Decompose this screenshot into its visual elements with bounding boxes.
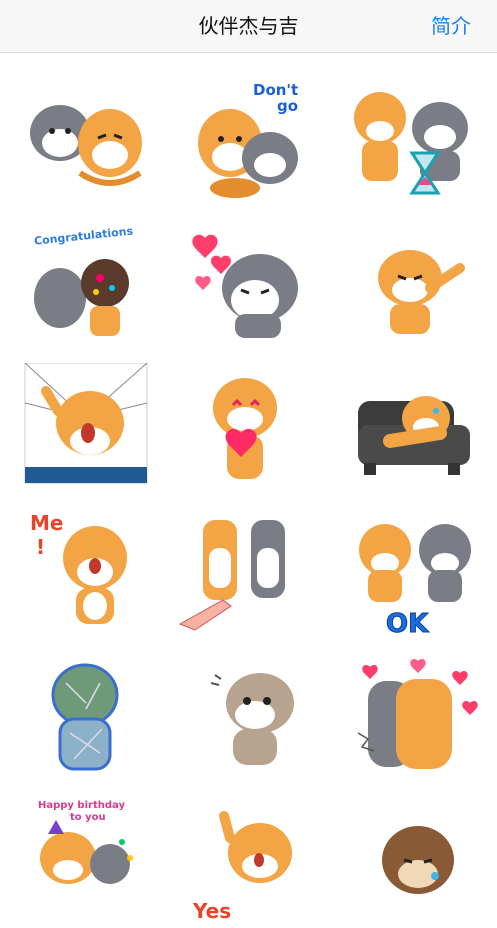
caption-congratulations: Congratulations [33,224,134,247]
sticker-shiba-dab [378,250,465,334]
caption-exclamation: ! [36,535,45,559]
sticker-shiba-heart [213,378,277,479]
sticker-17[interactable]: Yes [175,798,325,928]
sticker-shiba-shout [24,363,148,484]
sticker-2[interactable]: Don't go [175,73,325,203]
sticker-13[interactable] [10,653,160,783]
sticker-5[interactable] [175,218,325,348]
sticker-8[interactable] [175,363,325,493]
sticker-6[interactable] [340,218,490,348]
sticker-3[interactable] [340,73,490,203]
sticker-16[interactable]: Happy birthday to you [10,798,160,928]
sticker-4[interactable]: Congratulations [10,218,160,348]
caption-to-you: to you [70,812,106,823]
sticker-cat-shocked [210,673,294,765]
intro-button[interactable]: 简介 [431,0,471,52]
sticker-7[interactable] [10,363,160,493]
sticker-11[interactable] [175,508,325,638]
caption-happy-birthday: Happy birthday [38,800,125,811]
sticker-poke [178,520,285,631]
sticker-9[interactable] [340,363,490,493]
caption-yes: Yes [192,899,231,923]
sticker-me: Me ! [30,511,127,624]
sticker-hug-hearts [357,658,478,769]
sticker-ok: OK [359,524,471,638]
sticker-15[interactable] [340,653,490,783]
sticker-grid: Don't go Congratulations Me ! OK Happy b… [0,53,497,923]
sticker-husky-shiba-hug [30,105,142,186]
sticker-husky-hearts [192,234,298,338]
sticker-dont-go: Don't go [198,81,298,198]
sticker-yes: Yes [192,811,292,923]
caption-ok: OK [386,609,429,638]
sticker-1[interactable] [10,73,160,203]
sticker-hourglass [354,92,468,195]
sticker-14[interactable] [175,653,325,783]
sticker-congratulations: Congratulations [33,224,134,336]
page-title: 伙伴杰与吉 [198,14,299,38]
sticker-bear-cry [382,826,454,894]
sticker-frozen [51,663,119,771]
sticker-shiba-sofa [358,396,470,475]
sticker-12[interactable]: OK [340,508,490,638]
sticker-18[interactable] [340,798,490,928]
caption-me: Me [30,511,63,535]
sticker-10[interactable]: Me ! [10,508,160,638]
caption-go: go [277,97,298,115]
navigation-bar: 伙伴杰与吉 简介 [0,0,497,53]
sticker-happy-birthday: Happy birthday to you [38,800,133,884]
